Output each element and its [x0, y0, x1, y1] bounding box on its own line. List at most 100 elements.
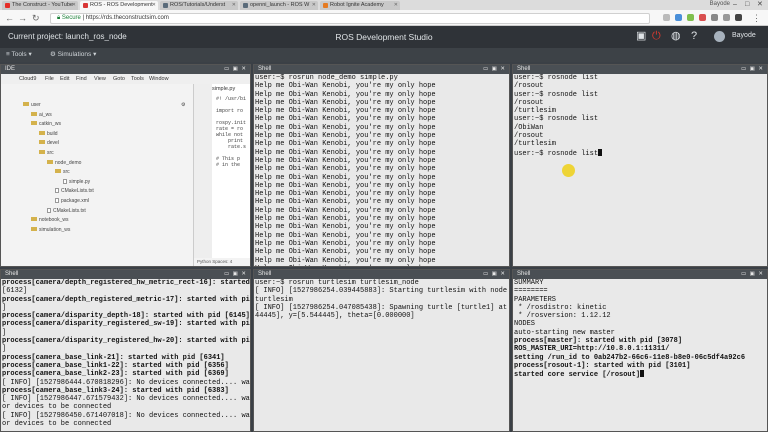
tools-menu[interactable]: ≡ Tools ▾: [6, 48, 32, 62]
menu-tools[interactable]: Tools: [131, 74, 144, 84]
panel-controls[interactable]: ▭ ▣ ✕: [224, 66, 247, 73]
tree-folder[interactable]: devel: [39, 140, 59, 146]
terminal-line: [ INFO] [1527986447.671579432]: No devic…: [2, 395, 250, 404]
browser-tab-active[interactable]: ROS - ROS Development ✕: [80, 1, 158, 10]
back-icon[interactable]: ←: [5, 13, 14, 23]
terminal-output[interactable]: user:~$ rosrun turtlesim turtlesim_node[…: [254, 279, 509, 431]
menu-goto[interactable]: Goto: [113, 74, 125, 84]
close-icon[interactable]: ✕: [312, 1, 316, 10]
forward-icon[interactable]: →: [18, 13, 27, 23]
panel-controls[interactable]: ▭ ▣ ✕: [741, 66, 764, 73]
gear-icon[interactable]: ⚙: [181, 102, 185, 108]
close-window-icon[interactable]: ✕: [757, 0, 763, 9]
power-icon[interactable]: ⏻: [652, 30, 661, 43]
close-icon[interactable]: ✕: [232, 1, 236, 10]
simulations-menu[interactable]: ⚙ Simulations ▾: [50, 48, 96, 62]
browser-menu-icon[interactable]: ⋮: [752, 13, 761, 23]
browser-tabstrip: The Construct - YouTube ✕ ROS - ROS Devel…: [0, 0, 768, 10]
tree-label: user: [31, 102, 41, 108]
reload-icon[interactable]: ↻: [32, 13, 40, 23]
minimize-icon[interactable]: –: [733, 0, 737, 9]
terminal-output[interactable]: user:~$ rosrun node_demo simple.py Help m…: [254, 74, 509, 266]
terminal-line: Help me Obi-Wan Kenobi, you're my only h…: [255, 82, 436, 91]
browser-tab[interactable]: openni_launch - ROS W ✕: [240, 1, 318, 10]
tree-folder[interactable]: catkin_ws: [31, 121, 61, 127]
close-icon[interactable]: ✕: [72, 1, 76, 10]
secure-label: Secure: [61, 15, 81, 21]
menu-edit[interactable]: Edit: [60, 74, 69, 84]
help-icon[interactable]: ?: [691, 30, 697, 43]
extension-icon[interactable]: [675, 14, 682, 21]
tab-label: The Construct - YouTube: [12, 2, 73, 8]
menu-find[interactable]: Find: [76, 74, 87, 84]
browser-tab[interactable]: Robot Ignite Academy ✕: [320, 1, 400, 10]
ide-panel: IDE ▭ ▣ ✕ Cloud9 File Edit Find View Goto…: [0, 64, 251, 267]
terminal-line: Help me Obi-Wan Kenobi, you're my only h…: [255, 265, 509, 266]
extension-icon[interactable]: [699, 14, 706, 21]
terminal-line: process[camera/disparity_registered_sw-1…: [2, 320, 250, 329]
browser-tab[interactable]: The Construct - YouTube ✕: [2, 1, 78, 10]
close-icon[interactable]: ✕: [152, 1, 156, 10]
file-icon: [55, 198, 59, 203]
tree-folder[interactable]: simulation_ws: [31, 226, 70, 233]
code-line: # in the: [216, 162, 241, 168]
code-editor[interactable]: simple.py Python Spaces: 4 #! /usr/bi imp…: [193, 84, 250, 266]
ros-icon: [83, 3, 88, 8]
star-icon[interactable]: [663, 14, 670, 21]
save-icon[interactable]: ▣: [636, 30, 646, 43]
avatar[interactable]: [714, 31, 725, 42]
terminal-line: Help me Obi-Wan Kenobi, you're my only h…: [255, 115, 436, 124]
user-name[interactable]: Bayode: [732, 32, 756, 39]
extension-icon[interactable]: [735, 14, 742, 21]
shell-header: Shell ▭ ▣ ✕: [1, 270, 250, 279]
line-gutter: [194, 84, 212, 266]
menu-view[interactable]: View: [94, 74, 106, 84]
panel-controls[interactable]: ▭ ▣ ✕: [483, 271, 506, 278]
browser-profile-chip[interactable]: Bayode: [710, 1, 730, 7]
url-input[interactable]: 🔒︎ Secure | https://rds.theconstructsim.…: [50, 13, 650, 24]
extension-icon[interactable]: [711, 14, 718, 21]
ide-panel-title: IDE: [5, 66, 16, 72]
globe-icon[interactable]: ◍: [671, 30, 681, 43]
menu-window[interactable]: Window: [149, 74, 169, 84]
tree-folder[interactable]: build: [39, 130, 58, 137]
menu-cloud9[interactable]: Cloud9: [19, 74, 36, 84]
terminal-line: process[master]: started with pid [3078]: [514, 337, 683, 346]
terminal-line: Help me Obi-Wan Kenobi, you're my only h…: [255, 107, 436, 116]
tree-file[interactable]: CMakeLists.txt: [47, 207, 86, 214]
url-text: https://rds.theconstructsim.com: [85, 15, 169, 21]
browser-tab[interactable]: ROS/Tutorials/Underst ✕: [160, 1, 238, 10]
terminal-line: ROS_MASTER_URI=http://10.8.0.1:11311/: [514, 345, 670, 354]
editor-tab[interactable]: simple.py: [212, 86, 235, 92]
tree-folder[interactable]: src: [39, 150, 54, 156]
maximize-icon[interactable]: □: [745, 0, 749, 9]
tree-file[interactable]: simple.py: [63, 178, 90, 185]
tree-folder[interactable]: ai_ws: [31, 111, 52, 118]
tree-file[interactable]: CMakeLists.txt: [55, 188, 94, 194]
tree-folder[interactable]: user: [23, 102, 41, 108]
panel-controls[interactable]: ▭ ▣ ✕: [741, 271, 764, 278]
terminal-output[interactable]: SUMMARY ======== PARAMETERS * /rosdistro: …: [513, 279, 767, 431]
terminal-line: [6132]: [2, 287, 28, 296]
tree-folder[interactable]: notebook_ws: [31, 217, 68, 223]
terminal-line: turtlesim: [255, 295, 293, 304]
terminal-line: * /rosversion: 1.12.12: [514, 312, 611, 321]
panel-controls[interactable]: ▭ ▣ ✕: [483, 66, 506, 73]
tree-folder[interactable]: node_demo: [47, 159, 81, 166]
menu-file[interactable]: File: [45, 74, 54, 84]
chevron-down-icon: ▾: [93, 51, 97, 58]
panel-controls[interactable]: ▭ ▣ ✕: [224, 271, 247, 278]
terminal-line: Help me Obi-Wan Kenobi, you're my only h…: [255, 148, 436, 157]
terminal-line: Help me Obi-Wan Kenobi, you're my only h…: [255, 223, 436, 232]
close-icon[interactable]: ✕: [394, 1, 398, 10]
terminal-output[interactable]: user:~$ rosnode list/rosout user:~$ rosno…: [513, 74, 767, 266]
tree-file[interactable]: package.xml: [55, 198, 89, 204]
tools-label: Tools: [11, 51, 27, 58]
text-cursor: [640, 370, 645, 378]
terminal-output[interactable]: process[camera/depth_registered_hw_metri…: [1, 279, 250, 431]
tree-folder[interactable]: src: [55, 169, 70, 175]
code-line: rate.s: [216, 144, 247, 150]
terminal-line: [ INFO] [1527986450.671407018]: No devic…: [2, 411, 250, 420]
extension-icon[interactable]: [723, 14, 730, 21]
extension-icon[interactable]: [687, 14, 694, 21]
